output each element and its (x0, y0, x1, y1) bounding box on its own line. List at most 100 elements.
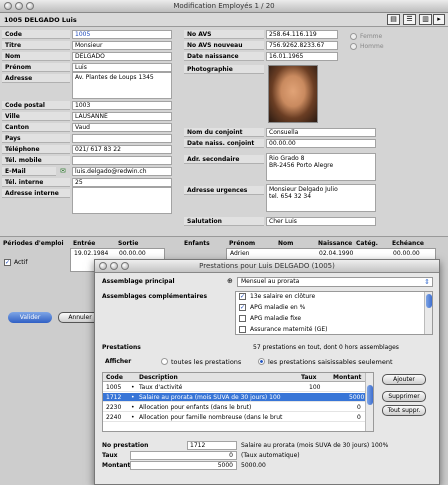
prestation-row[interactable]: 1712 • Salaire au prorata (mois SUVA de … (103, 393, 373, 402)
sexe-femme-radio[interactable] (350, 33, 357, 40)
no-avs-nouveau-field[interactable]: 756.9262.8233.67 (266, 41, 338, 50)
toutes-prestations-radio[interactable] (161, 358, 168, 365)
adresse-field[interactable]: Av. Plantes de Loups 1345 (72, 72, 172, 99)
adresse-urgences-label: Adresse urgences (184, 186, 264, 195)
assemblages-scroll-thumb[interactable] (426, 294, 432, 308)
prestation-row[interactable]: 2230 • Allocation pour enfants (dans le … (103, 403, 373, 412)
actif-checkbox[interactable]: ✓ (4, 259, 11, 266)
toutes-prestations-label: toutes les prestations (171, 358, 242, 366)
col-montant: Montant (333, 374, 362, 381)
next-record-icon[interactable]: ▸ (433, 14, 445, 25)
col-taux: Taux (301, 374, 317, 381)
email-label: E-Mail (2, 167, 56, 176)
code-postal-field[interactable]: 1003 (72, 101, 172, 110)
col-description: Description (139, 374, 178, 381)
prestation-bullet: • (131, 394, 135, 401)
list-icon[interactable]: ☰ (403, 14, 416, 25)
adresse-urgences-line2: tel. 654 32 34 (269, 193, 312, 200)
prestation-code: 1005 (106, 384, 122, 391)
assemblage-checkbox-0[interactable]: ✓ (239, 293, 246, 300)
prestation-row[interactable]: 2240 • Allocation pour famille nombreuse… (103, 413, 373, 422)
assemblages-label: Assemblages complémentaires (102, 293, 208, 300)
date-naiss-conjoint-field[interactable]: 00.00.00 (266, 139, 376, 148)
window-title: Modification Employés 1 / 20 (173, 2, 275, 10)
adr-secondaire-label: Adr. secondaire (184, 155, 264, 164)
sexe-homme-radio[interactable] (350, 43, 357, 50)
ville-field[interactable]: LAUSANNE (72, 112, 172, 121)
prestations-table-header: Code Description Taux Montant (103, 373, 365, 382)
employee-header-name: 1005 DELGADO Luis (4, 16, 77, 24)
prestation-bullet: • (131, 414, 135, 421)
print-icon[interactable]: ▤ (387, 14, 400, 25)
prestation-bullet: • (131, 384, 135, 391)
prestation-code: 2240 (106, 414, 122, 421)
prestation-montant: 0 (357, 404, 361, 411)
date-naissance-field[interactable]: 16.01.1965 (266, 52, 338, 61)
assemblage-label-2: APG maladie fixe (250, 315, 302, 322)
adresse-interne-field[interactable] (72, 187, 172, 214)
prestations-scroll-thumb[interactable] (367, 385, 373, 405)
adr-secondaire-field[interactable]: Rio Grado 8 BR-2456 Porto Alegre (266, 153, 376, 181)
tel-mobile-field[interactable] (72, 156, 172, 165)
montant-label: Montant (102, 462, 131, 469)
montant-hint: 5000.00 (241, 462, 266, 469)
titre-field[interactable]: Monsieur (72, 41, 172, 50)
tel-interne-field[interactable]: 25 (72, 178, 172, 187)
pays-field[interactable] (72, 134, 172, 143)
assemblage-checkbox-1[interactable]: ✓ (239, 304, 246, 311)
prestation-desc: Allocation pour famille nombreuse (dans … (139, 414, 283, 421)
taux-hint: (Taux automatique) (241, 452, 300, 459)
ajouter-button[interactable]: Ajouter (382, 374, 426, 385)
prestation-bullet: • (131, 404, 135, 411)
enfants-col-nom: Nom (278, 240, 294, 247)
enfants-col-prenom: Prénom (229, 240, 256, 247)
assemblage-principal-label: Assemblage principal (102, 278, 175, 285)
actif-label: Actif (14, 259, 28, 266)
ville-label: Ville (2, 112, 70, 121)
valider-button[interactable]: Valider (8, 312, 52, 323)
adresse-urgences-field[interactable]: Monsieur Delgado Julio tel. 654 32 34 (266, 184, 376, 212)
date-naiss-conjoint-label: Date naiss. conjoint (184, 139, 264, 148)
taux-field[interactable]: 0 (130, 451, 237, 460)
prenom-label: Prénom (2, 63, 70, 72)
adresse-urgences-line1: Monsieur Delgado Julio (269, 186, 338, 193)
telephone-label: Téléphone (2, 145, 70, 154)
assemblage-principal-select[interactable]: Mensuel au prorata ⇕ (237, 277, 433, 287)
enfant-echeance-cell: 00.00.00 (393, 250, 420, 257)
assemblage-checkbox-3[interactable] (239, 326, 246, 333)
prenom-field[interactable]: Luis (72, 63, 172, 72)
col-code: Code (106, 374, 123, 381)
sexe-homme-label: Homme (360, 43, 384, 50)
prestations-scrollbar[interactable] (365, 373, 373, 431)
nom-field[interactable]: DELGADO (72, 52, 172, 61)
prestations-table[interactable]: Code Description Taux Montant 1005 • Tau… (102, 372, 374, 432)
saisissables-radio[interactable] (258, 358, 265, 365)
assemblage-info-icon[interactable]: ⊕ (227, 277, 233, 285)
code-field[interactable]: 1005 (72, 30, 172, 39)
chart-icon[interactable]: ▥ (419, 14, 432, 25)
montant-field[interactable]: 5000 (130, 461, 237, 470)
prestation-desc: Salaire au prorata (mois SUVA de 30 jour… (139, 394, 281, 401)
canton-label: Canton (2, 123, 70, 132)
assemblages-list[interactable]: ✓ 13e salaire en clôture ✓ APG maladie e… (235, 291, 433, 335)
no-avs-field[interactable]: 258.64.116.119 (266, 30, 338, 39)
employee-photo[interactable] (268, 65, 318, 123)
canton-field[interactable]: Vaud (72, 123, 172, 132)
assemblage-checkbox-2[interactable] (239, 315, 246, 322)
no-avs-nouveau-label: No AVS nouveau (184, 41, 264, 50)
nom-conjoint-field[interactable]: Consuella (266, 128, 376, 137)
supprimer-button[interactable]: Supprimer (382, 391, 426, 402)
email-send-icon[interactable]: ✉ (60, 167, 70, 176)
assemblages-scrollbar[interactable] (424, 292, 432, 334)
tout-supprimer-button[interactable]: Tout suppr. (382, 405, 426, 416)
saisissables-label: les prestations saisissables seulement (268, 358, 393, 366)
telephone-field[interactable]: 021/ 617 83 22 (72, 145, 172, 154)
prestation-taux: 100 (309, 384, 321, 391)
periodes-col-sortie: Sortie (118, 240, 139, 247)
email-field[interactable]: luis.delgado@redwin.ch (72, 167, 172, 176)
record-header: 1005 DELGADO Luis ▤ ☰ ▥ ▸ (0, 13, 448, 27)
salutation-field[interactable]: Cher Luis (266, 217, 376, 226)
no-prestation-field[interactable]: 1712 (187, 441, 237, 450)
tel-mobile-label: Tél. mobile (2, 156, 70, 165)
prestation-row[interactable]: 1005 • Taux d'activité 100 (103, 383, 373, 392)
